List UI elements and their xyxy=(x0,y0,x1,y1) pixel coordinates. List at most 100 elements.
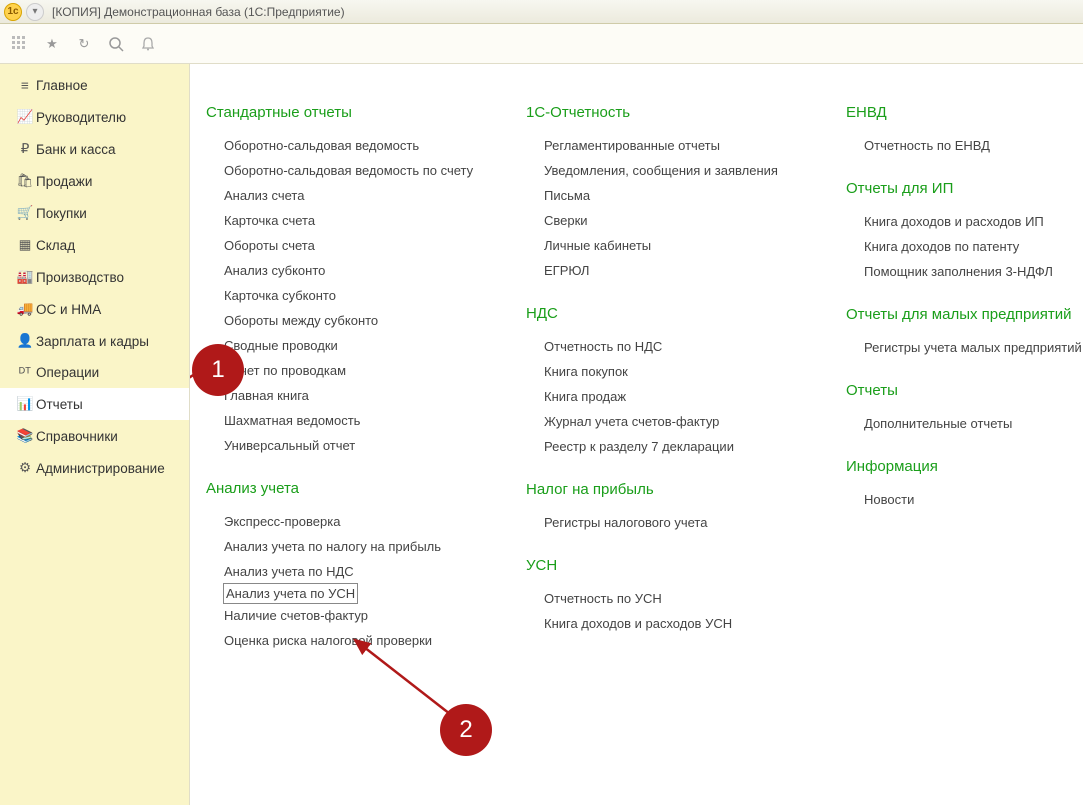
sidebar-item-label: Банк и касса xyxy=(36,142,116,157)
sidebar-item-label: Производство xyxy=(36,270,124,285)
link-list: Регламентированные отчетыУведомления, со… xyxy=(526,133,796,283)
apps-grid-icon[interactable] xyxy=(6,30,34,58)
report-link[interactable]: Главная книга xyxy=(224,383,476,408)
section-title: НДС xyxy=(526,305,796,322)
link-list: Отчетность по УСНКнига доходов и расходо… xyxy=(526,586,796,636)
content-column: Стандартные отчеты Оборотно-сальдовая вед… xyxy=(206,104,476,653)
sidebar-item-label: Справочники xyxy=(36,429,118,444)
report-link[interactable]: Регистры налогового учета xyxy=(544,510,796,535)
report-link[interactable]: Книга доходов и расходов УСН xyxy=(544,611,796,636)
report-link[interactable]: Книга доходов и расходов ИП xyxy=(864,209,1083,234)
report-link[interactable]: Сводные проводки xyxy=(224,333,476,358)
report-link[interactable]: Новости xyxy=(864,487,1083,512)
report-link[interactable]: Экспресс-проверка xyxy=(224,509,476,534)
report-link[interactable]: Отчетность по УСН xyxy=(544,586,796,611)
bell-icon[interactable] xyxy=(134,30,162,58)
sidebar-item-reports[interactable]: 📊Отчеты xyxy=(0,388,189,420)
content-column: 1С-Отчетность Регламентированные отчетыУв… xyxy=(526,104,796,653)
favorite-star-icon[interactable]: ★ xyxy=(38,30,66,58)
dropdown-icon[interactable]: ▾ xyxy=(26,3,44,21)
sidebar-item-ops[interactable]: ᴰᵀОперации xyxy=(0,357,189,388)
section-title: Отчеты для малых предприятий xyxy=(846,306,1083,323)
section-title: Информация xyxy=(846,458,1083,475)
search-icon[interactable] xyxy=(102,30,130,58)
report-link[interactable]: Сверки xyxy=(544,208,796,233)
sidebar-item-label: Зарплата и кадры xyxy=(36,334,149,349)
section-title: Анализ учета xyxy=(206,480,476,497)
report-link[interactable]: Оборотно-сальдовая ведомость по счету xyxy=(224,158,476,183)
menu-icon: ≡ xyxy=(14,78,36,93)
report-link[interactable]: ЕГРЮЛ xyxy=(544,258,796,283)
report-link[interactable]: Дополнительные отчеты xyxy=(864,411,1083,436)
boxes-icon: ▦ xyxy=(14,237,36,253)
person-icon: 👤 xyxy=(14,333,36,349)
content-column: ЕНВДОтчетность по ЕНВДОтчеты для ИПКнига… xyxy=(846,104,1083,653)
report-link[interactable]: Журнал учета счетов-фактур xyxy=(544,409,796,434)
report-link[interactable]: Оценка риска налоговой проверки xyxy=(224,628,476,653)
toolbar: ★ ↻ xyxy=(0,24,1083,64)
section-title: Налог на прибыль xyxy=(526,481,796,498)
section-title: 1С-Отчетность xyxy=(526,104,796,121)
system-icons: 1c ▾ xyxy=(4,3,44,21)
report-link[interactable]: Наличие счетов-фактур xyxy=(224,603,476,628)
report-link[interactable]: Помощник заполнения 3-НДФЛ xyxy=(864,259,1083,284)
report-link[interactable]: Карточка счета xyxy=(224,208,476,233)
sidebar-item-admin[interactable]: ⚙Администрирование xyxy=(0,452,189,484)
sidebar-item-label: Руководителю xyxy=(36,110,126,125)
report-link[interactable]: Регламентированные отчеты xyxy=(544,133,796,158)
history-icon[interactable]: ↻ xyxy=(70,30,98,58)
report-link[interactable]: Оборотно-сальдовая ведомость xyxy=(224,133,476,158)
report-link[interactable]: Отчет по проводкам xyxy=(224,358,476,383)
sidebar-item-hr[interactable]: 👤Зарплата и кадры xyxy=(0,325,189,357)
sidebar-item-purch[interactable]: 🛒Покупки xyxy=(0,197,189,229)
section-title: Стандартные отчеты xyxy=(206,104,476,121)
sidebar-item-manager[interactable]: 📈Руководителю xyxy=(0,101,189,133)
cart-icon: 🛒 xyxy=(14,205,36,221)
report-link[interactable]: Реестр к разделу 7 декларации xyxy=(544,434,796,459)
sidebar-item-sales[interactable]: 🛍Продажи xyxy=(0,165,189,197)
report-link[interactable]: Анализ счета xyxy=(224,183,476,208)
section-title: УСН xyxy=(526,557,796,574)
sidebar-item-bank[interactable]: ₽Банк и касса xyxy=(0,133,189,165)
content-area: Стандартные отчеты Оборотно-сальдовая вед… xyxy=(190,64,1083,805)
sidebar-item-label: ОС и НМА xyxy=(36,302,101,317)
sidebar-item-assets[interactable]: 🚚ОС и НМА xyxy=(0,293,189,325)
sidebar-item-label: Администрирование xyxy=(36,461,165,476)
section-title: ЕНВД xyxy=(846,104,1083,121)
link-list: Дополнительные отчеты xyxy=(846,411,1083,436)
report-link[interactable]: Карточка субконто xyxy=(224,283,476,308)
report-link[interactable]: Анализ учета по налогу на прибыль xyxy=(224,534,476,559)
sidebar: ≡Главное📈Руководителю₽Банк и касса🛍Прода… xyxy=(0,64,190,805)
report-link[interactable]: Книга доходов по патенту xyxy=(864,234,1083,259)
report-link[interactable]: Анализ учета по НДС xyxy=(224,559,476,584)
factory-icon: 🏭 xyxy=(14,269,36,285)
report-link[interactable]: Книга продаж xyxy=(544,384,796,409)
gear-icon: ⚙ xyxy=(14,460,36,476)
books-icon: 📚 xyxy=(14,428,36,444)
report-link[interactable]: Отчетность по ЕНВД xyxy=(864,133,1083,158)
sidebar-item-main[interactable]: ≡Главное xyxy=(0,70,189,101)
link-list: Регистры учета малых предприятий xyxy=(846,335,1083,360)
link-list: Книга доходов и расходов ИПКнига доходов… xyxy=(846,209,1083,284)
window-titlebar: 1c ▾ [КОПИЯ] Демонстрационная база (1С:П… xyxy=(0,0,1083,24)
report-link[interactable]: Анализ субконто xyxy=(224,258,476,283)
sidebar-item-stock[interactable]: ▦Склад xyxy=(0,229,189,261)
report-link[interactable]: Обороты счета xyxy=(224,233,476,258)
report-link[interactable]: Универсальный отчет xyxy=(224,433,476,458)
report-link[interactable]: Уведомления, сообщения и заявления xyxy=(544,158,796,183)
report-link[interactable]: Письма xyxy=(544,183,796,208)
report-link[interactable]: Обороты между субконто xyxy=(224,308,476,333)
annotation-marker-2: 2 xyxy=(440,704,492,756)
bag-icon: 🛍 xyxy=(14,173,36,189)
sidebar-item-refs[interactable]: 📚Справочники xyxy=(0,420,189,452)
sidebar-item-prod[interactable]: 🏭Производство xyxy=(0,261,189,293)
report-link[interactable]: Отчетность по НДС xyxy=(544,334,796,359)
report-link[interactable]: Личные кабинеты xyxy=(544,233,796,258)
report-link[interactable]: Шахматная ведомость xyxy=(224,408,476,433)
report-link[interactable]: Книга покупок xyxy=(544,359,796,384)
chart-up-icon: 📈 xyxy=(14,109,36,125)
sidebar-item-label: Покупки xyxy=(36,206,87,221)
report-link[interactable]: Регистры учета малых предприятий xyxy=(864,335,1083,360)
report-link[interactable]: Анализ учета по УСН xyxy=(224,584,357,603)
link-list: Регистры налогового учета xyxy=(526,510,796,535)
